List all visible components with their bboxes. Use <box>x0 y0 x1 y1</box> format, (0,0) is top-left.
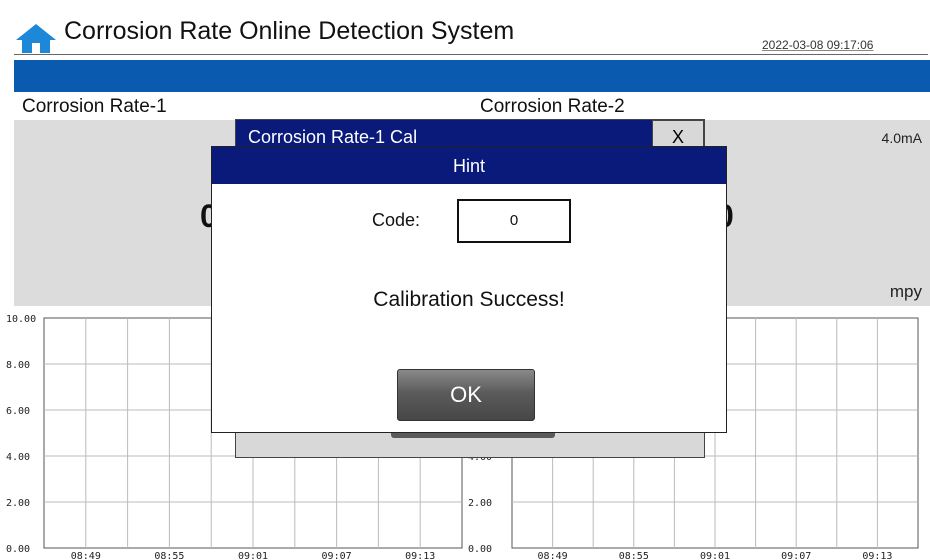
y-tick-label: 4.00 <box>6 452 30 463</box>
x-tick-label: 08:55 <box>619 551 649 560</box>
header-divider <box>14 54 928 55</box>
x-tick-label: 08:49 <box>71 551 101 560</box>
nav-bar <box>14 60 930 92</box>
x-tick-label: 09:01 <box>238 551 268 560</box>
x-tick-label: 09:13 <box>862 551 892 560</box>
code-label: Code: <box>372 210 421 230</box>
y-tick-label: 0.00 <box>6 544 30 555</box>
hint-message: Calibration Success! <box>373 288 565 311</box>
y-tick-label: 0.00 <box>468 544 492 555</box>
x-tick-label: 09:13 <box>405 551 435 560</box>
ok-button[interactable]: OK <box>397 369 535 421</box>
datetime-display: 2022-03-08 09:17:06 <box>762 38 874 52</box>
screen: Corrosion Rate Online Detection System 2… <box>0 0 930 560</box>
app-title: Corrosion Rate Online Detection System <box>64 17 515 45</box>
y-tick-label: 6.00 <box>6 406 30 417</box>
header: Corrosion Rate Online Detection System 2… <box>0 0 930 58</box>
hint-dialog: Hint Code: 0 Calibration Success! OK <box>211 146 727 433</box>
x-tick-label: 09:07 <box>322 551 352 560</box>
y-tick-label: 10.00 <box>6 314 36 325</box>
hint-dialog-titlebar: Hint <box>212 147 726 184</box>
rate1-label: Corrosion Rate-1 <box>22 96 167 117</box>
x-tick-label: 09:07 <box>781 551 811 560</box>
hint-dialog-title: Hint <box>452 156 485 176</box>
unit-label: mpy <box>889 282 922 301</box>
x-tick-label: 09:01 <box>700 551 730 560</box>
y-tick-label: 8.00 <box>6 360 30 371</box>
rate2-label: Corrosion Rate-2 <box>480 96 625 117</box>
x-tick-label: 08:49 <box>538 551 568 560</box>
current-reading: 4.0mA <box>881 130 922 146</box>
calibration-dialog-title: Corrosion Rate-1 Cal <box>248 127 418 147</box>
x-tick-label: 08:55 <box>154 551 184 560</box>
y-tick-label: 2.00 <box>468 498 492 509</box>
y-tick-label: 2.00 <box>6 498 30 509</box>
home-icon[interactable] <box>14 22 58 54</box>
code-field[interactable]: 0 <box>457 199 571 243</box>
